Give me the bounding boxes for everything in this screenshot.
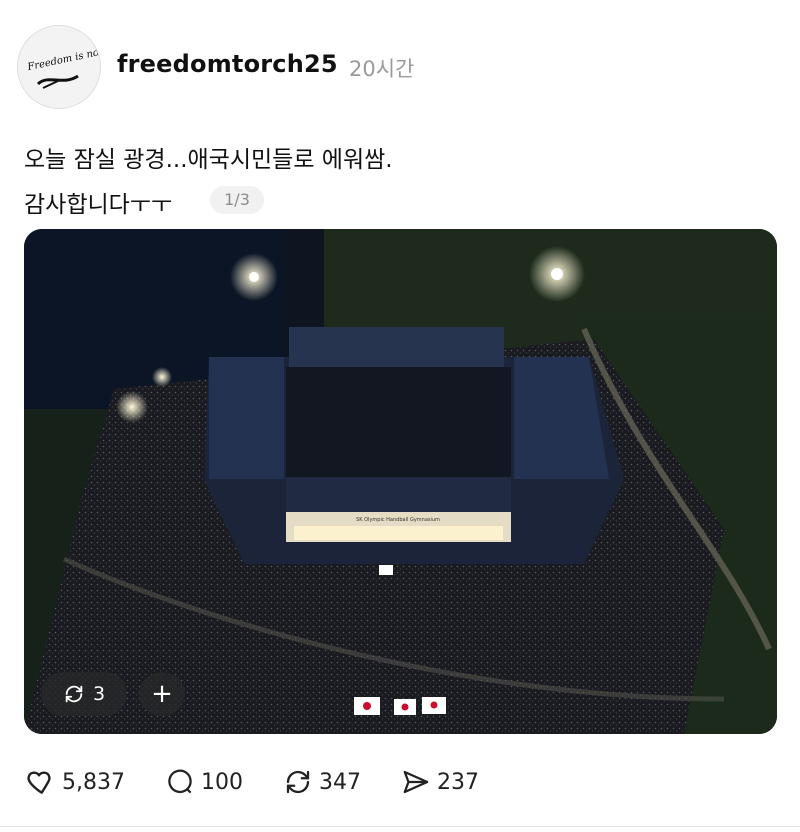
like-button[interactable]: 5,837 [22, 766, 125, 798]
post-photo[interactable]: SK Olympic Handball Gymnasium [24, 229, 777, 734]
plus-icon: + [151, 679, 173, 709]
repost-button[interactable]: 347 [283, 767, 361, 797]
like-count: 5,837 [62, 769, 125, 795]
post-text-line-1: 오늘 잠실 광경...애국시민들로 에워쌈. [24, 147, 393, 173]
share-button[interactable]: 237 [401, 767, 479, 797]
divider [0, 826, 800, 827]
post-text-line-2: 감사합니다ㅜㅜ [24, 192, 173, 218]
comment-count: 100 [200, 769, 243, 795]
svg-text:SK Olympic Handball Gymnasium: SK Olympic Handball Gymnasium [356, 517, 440, 523]
repost-count: 347 [318, 769, 361, 795]
repost-icon [286, 770, 310, 794]
send-icon [403, 770, 429, 794]
action-bar: 5,837 100 347 237 [22, 762, 519, 802]
comment-button[interactable]: 100 [165, 767, 243, 797]
share-count: 237 [436, 769, 479, 795]
photo-repost-count: 3 [92, 683, 106, 705]
heart-icon [27, 771, 51, 794]
repost-icon [65, 685, 83, 703]
username[interactable]: freedomtorch25 [117, 50, 338, 78]
post-timestamp: 20시간 [349, 57, 415, 81]
photo-add-button[interactable]: + [139, 672, 185, 716]
page-indicator: 1/3 [210, 186, 264, 214]
comment-icon [168, 769, 192, 794]
avatar[interactable]: Freedom is not Free [17, 25, 101, 109]
photo-repost-button[interactable]: 3 [41, 672, 127, 716]
